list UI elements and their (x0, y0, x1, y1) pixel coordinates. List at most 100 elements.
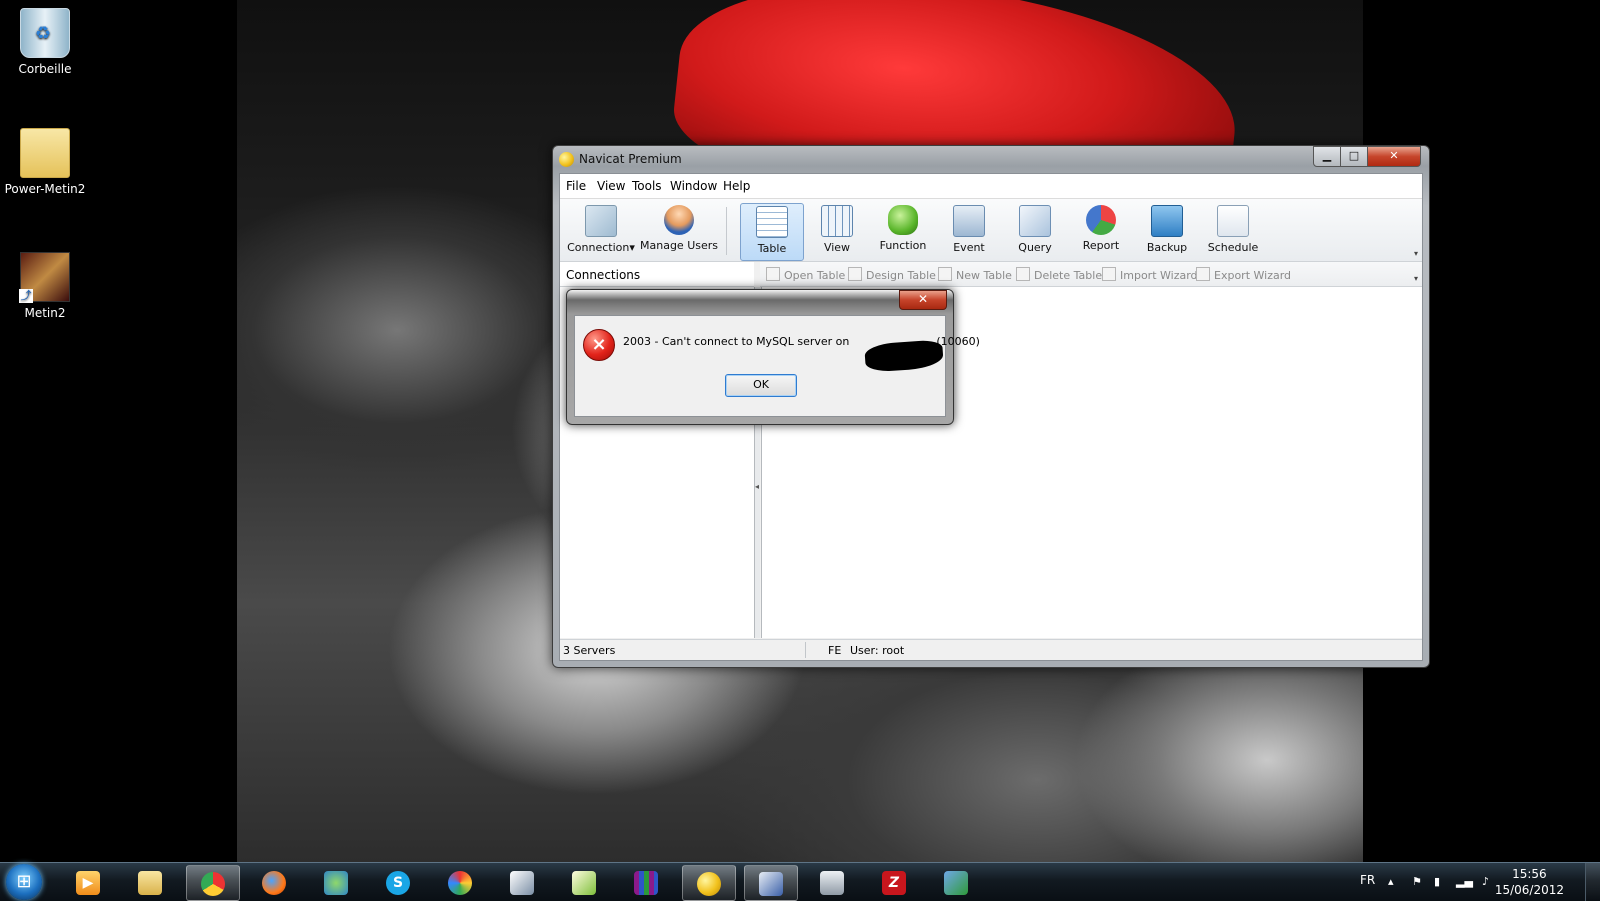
delete-table-button[interactable]: Delete Table (1016, 267, 1102, 282)
taskbar-navicat[interactable] (682, 865, 736, 901)
toolbar-view-button[interactable]: View (806, 203, 868, 259)
toolbar-query-button[interactable]: Query (1004, 203, 1066, 259)
volume-icon[interactable]: ♪ (1482, 875, 1489, 888)
new-table-button[interactable]: New Table (938, 267, 1012, 282)
toolbar-schedule-button[interactable]: Schedule (1202, 203, 1264, 259)
open-table-icon (766, 267, 780, 281)
taskbar-server[interactable] (806, 865, 858, 899)
menu-tools[interactable]: Tools (632, 179, 662, 193)
import-wizard-label: Import Wizard (1120, 269, 1198, 282)
toolbar-label: Query (1018, 241, 1052, 254)
design-table-button[interactable]: Design Table (848, 267, 936, 282)
desktop-icon-power-metin2[interactable]: Power-Metin2 (0, 128, 90, 196)
toolbar-label: Table (757, 242, 787, 255)
menu-bar: File View Tools Window Help (560, 174, 1422, 199)
dialog-close-button[interactable]: ✕ (899, 290, 947, 310)
minimize-button[interactable]: ▁ (1313, 146, 1341, 167)
chrome-icon (201, 872, 225, 896)
usb-device-icon[interactable]: ▮ (1434, 875, 1440, 888)
action-center-flag-icon[interactable]: ⚑ (1412, 875, 1422, 888)
taskbar-skype[interactable]: S (372, 865, 424, 899)
vpn-icon (944, 871, 968, 895)
toolbar-report-button[interactable]: Report (1070, 203, 1132, 259)
status-server-count: 3 Servers (563, 644, 616, 657)
explorer-icon (138, 871, 162, 895)
show-desktop-button[interactable] (1585, 863, 1600, 901)
taskbar-paint[interactable] (434, 865, 486, 899)
error-icon: × (583, 329, 615, 361)
open-table-label: Open Table (784, 269, 846, 282)
design-table-icon (848, 267, 862, 281)
toolbar-overflow-icon[interactable]: ▾ (1414, 249, 1418, 258)
function-icon (888, 205, 918, 235)
toolbar-label: Event (953, 241, 985, 254)
window-titlebar[interactable]: Navicat Premium ▁ □ ✕ (553, 146, 1429, 172)
error-message-prefix: 2003 - Can't connect to MySQL server on (623, 335, 850, 348)
open-table-button[interactable]: Open Table (766, 267, 845, 282)
toolbar-label: Report (1082, 239, 1120, 252)
menu-help[interactable]: Help (723, 179, 750, 193)
taskbar-network-tool[interactable] (744, 865, 798, 901)
taskbar-media-player[interactable]: ▶ (62, 865, 114, 899)
toolbar-table-button[interactable]: Table (740, 203, 804, 261)
taskbar-explorer[interactable] (124, 865, 176, 899)
toolbar-label: Backup (1146, 241, 1188, 254)
start-button[interactable]: ⊞ (6, 864, 42, 900)
menu-file[interactable]: File (566, 179, 586, 193)
taskbar-filezilla[interactable]: Z (868, 865, 920, 899)
schedule-icon (1217, 205, 1249, 237)
menu-view[interactable]: View (597, 179, 625, 193)
clock[interactable]: 15:56 15/06/2012 (1495, 866, 1564, 898)
toolbar-label: Connection (567, 241, 630, 254)
toolbar-manage-users-button[interactable]: Manage Users (640, 203, 718, 259)
error-dialog: ✕ × 2003 - Can't connect to MySQL server… (566, 289, 980, 425)
desktop-icon-metin2[interactable]: Metin2 (0, 252, 90, 320)
tray-expand-icon[interactable]: ▴ (1388, 875, 1394, 888)
taskbar-messenger[interactable] (310, 865, 362, 899)
messenger-icon (324, 871, 348, 895)
taskbar-chrome[interactable] (186, 865, 240, 901)
status-user: User: root (850, 644, 905, 657)
dialog-body: × 2003 - Can't connect to MySQL server o… (574, 315, 980, 417)
taskbar-editor[interactable] (496, 865, 548, 899)
language-indicator[interactable]: FR (1360, 873, 1375, 887)
export-wizard-button[interactable]: Export Wizard (1196, 267, 1291, 282)
taskbar-notepad[interactable] (558, 865, 610, 899)
menu-window[interactable]: Window (670, 179, 717, 193)
error-message: 2003 - Can't connect to MySQL server on … (623, 335, 980, 373)
ok-button[interactable]: OK (725, 374, 797, 397)
toolbar-label: Manage Users (640, 239, 718, 252)
connection-icon (585, 205, 617, 237)
view-icon (821, 205, 853, 237)
toolbar-function-button[interactable]: Function (872, 203, 934, 259)
taskbar-firefox[interactable] (248, 865, 300, 899)
metin2-shortcut-icon (19, 252, 70, 303)
maximize-button[interactable]: □ (1340, 146, 1368, 167)
recycle-bin-icon (20, 8, 70, 58)
delete-table-label: Delete Table (1034, 269, 1103, 282)
toolbar-event-button[interactable]: Event (938, 203, 1000, 259)
import-wizard-button[interactable]: Import Wizard (1102, 267, 1198, 282)
event-icon (953, 205, 985, 237)
status-bar: 3 Servers FE User: root (560, 639, 1422, 660)
toolbar-backup-button[interactable]: Backup (1136, 203, 1198, 259)
network-signal-icon[interactable]: ▂▄ (1456, 875, 1473, 888)
design-table-label: Design Table (866, 269, 936, 282)
clock-time: 15:56 (1512, 867, 1547, 881)
folder-icon (20, 128, 70, 178)
taskbar-winrar[interactable] (620, 865, 672, 899)
new-table-icon (938, 267, 952, 281)
taskbar-vpn[interactable] (930, 865, 982, 899)
system-tray: FR ▴ ⚑ ▮ ▂▄ ♪ 15:56 15/06/2012 (1330, 863, 1600, 901)
server-icon (820, 871, 844, 895)
desktop-icon-label: Corbeille (18, 62, 72, 76)
skype-icon: S (386, 871, 410, 895)
splitter-arrow-icon: ◂ (755, 482, 760, 491)
desktop-icon-label: Metin2 (24, 306, 66, 320)
user-icon (664, 205, 694, 235)
object-toolbar-overflow-icon[interactable]: ▾ (1414, 274, 1418, 283)
toolbar-connection-button[interactable]: Connection▾ (562, 203, 640, 259)
close-button[interactable]: ✕ (1367, 146, 1421, 167)
object-toolbar: Open Table Design Table New Table Delete… (760, 262, 1422, 287)
desktop-icon-recycle-bin[interactable]: Corbeille (0, 8, 90, 76)
